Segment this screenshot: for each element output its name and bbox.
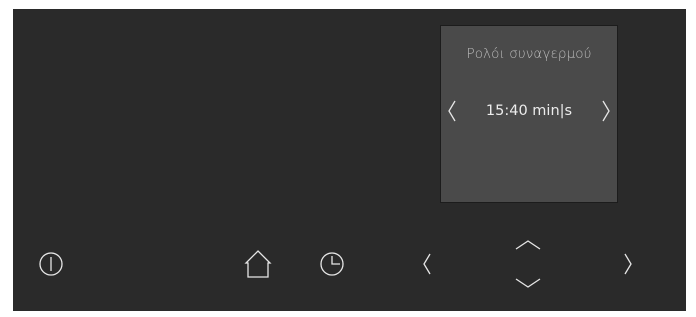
clock-button[interactable] — [317, 249, 347, 279]
home-icon — [244, 250, 272, 278]
chevron-down-icon — [515, 278, 541, 288]
power-icon — [39, 252, 63, 276]
alarm-time-value: 15:40 min|s — [485, 103, 573, 119]
control-panel: Ρολόι συναγερμού 15:40 min|s — [13, 9, 686, 311]
power-button[interactable] — [36, 249, 66, 279]
nav-left-button[interactable] — [419, 251, 435, 277]
display-title: Ρολόι συναγερμού — [466, 46, 592, 62]
chevron-up-icon — [515, 240, 541, 250]
clock-icon — [320, 252, 344, 276]
nav-right-button[interactable] — [620, 251, 636, 277]
chevron-right-icon — [602, 100, 610, 122]
display-screen: Ρολόι συναγερμού 15:40 min|s — [440, 25, 618, 203]
home-button[interactable] — [243, 249, 273, 279]
nav-up-button[interactable] — [513, 237, 543, 253]
display-next-arrow[interactable] — [598, 98, 614, 124]
chevron-right-icon — [624, 253, 632, 275]
chevron-left-icon — [423, 253, 431, 275]
nav-down-button[interactable] — [513, 275, 543, 291]
